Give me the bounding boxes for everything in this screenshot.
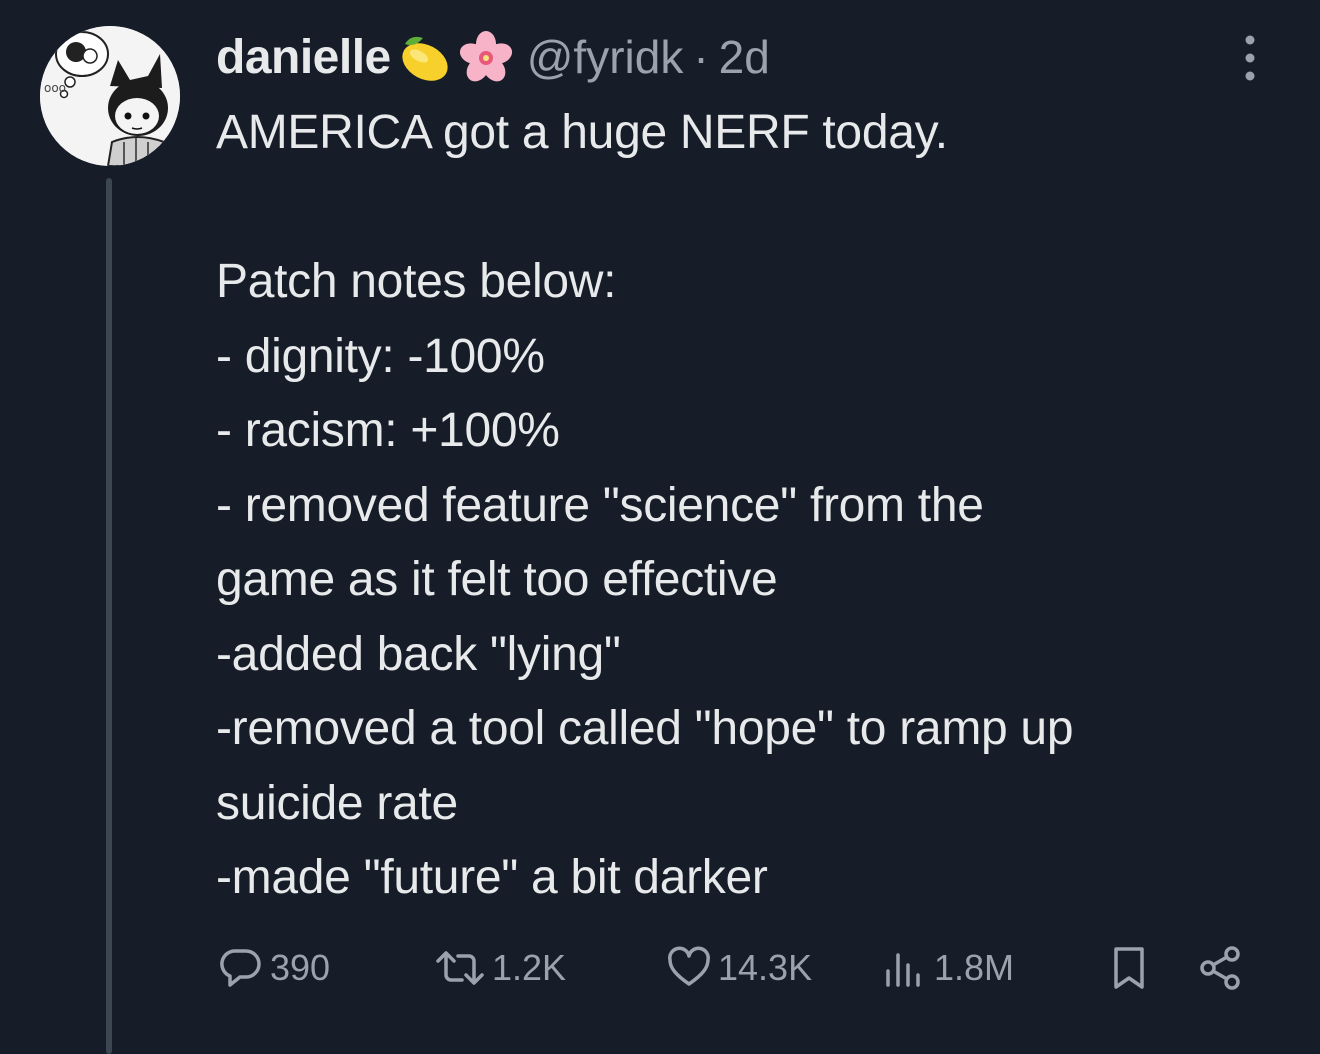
tweet-header: danielle @fyridk · 2d <box>216 22 770 92</box>
reply-icon <box>216 943 266 993</box>
tweet-line: - dignity: -100% <box>216 329 545 383</box>
views-icon <box>880 943 930 993</box>
tweet-line: - removed feature "science" from the <box>216 478 984 532</box>
user-handle[interactable]: @fyridk <box>527 30 684 84</box>
svg-text:ooo: ooo <box>44 81 66 95</box>
tweet-line: game as it felt too effective <box>216 553 778 606</box>
tweet-line: Patch notes below: <box>216 255 617 308</box>
views-button[interactable]: 1.8M <box>880 940 1014 996</box>
tweet[interactable]: ooo danielle @fyridk · 2d AMERICA got a … <box>0 0 1320 1054</box>
bookmark-icon <box>1104 943 1154 993</box>
tweet-line: -added back "lying" <box>216 627 621 681</box>
tweet-line: suicide rate <box>216 776 458 830</box>
cherry-blossom-emoji <box>457 28 515 86</box>
repost-count: 1.2K <box>492 947 567 988</box>
tweet-line: - racism: +100% <box>216 404 560 457</box>
share-icon <box>1196 943 1246 993</box>
avatar[interactable]: ooo <box>40 26 180 166</box>
timestamp[interactable]: 2d <box>719 30 770 84</box>
like-button[interactable]: 14.3K <box>664 940 812 996</box>
like-icon <box>664 943 714 993</box>
tweet-line: -removed a tool called "hope" to ramp up <box>216 702 1074 755</box>
thread-line <box>106 178 112 1054</box>
bookmark-button[interactable] <box>1104 940 1154 996</box>
share-button[interactable] <box>1196 940 1246 996</box>
tweet-line: -made "future" a bit darker <box>216 851 768 904</box>
lemon-emoji <box>395 28 453 86</box>
repost-button[interactable]: 1.2K <box>432 940 566 996</box>
views-count: 1.8M <box>934 947 1015 988</box>
reply-count: 390 <box>270 947 331 988</box>
display-name[interactable]: danielle <box>216 30 391 85</box>
action-bar: 390 1.2K 14.3K 1.8M <box>0 940 1320 996</box>
more-icon[interactable] <box>1232 30 1268 86</box>
repost-icon <box>432 943 488 993</box>
like-count: 14.3K <box>718 947 813 988</box>
reply-button[interactable]: 390 <box>216 940 330 996</box>
separator-dot: · <box>693 31 709 83</box>
tweet-text: AMERICA got a huge NERF today. Patch not… <box>216 96 1296 916</box>
tweet-line: AMERICA got a huge NERF today. <box>216 106 948 159</box>
